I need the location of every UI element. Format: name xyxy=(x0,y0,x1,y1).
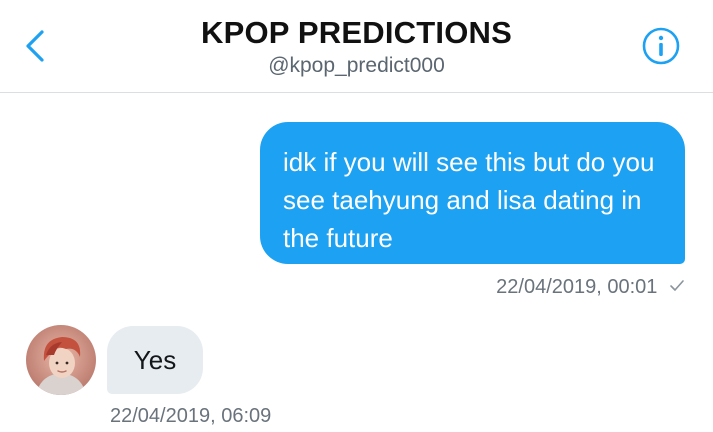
sent-message-timestamp: 22/04/2019, 00:01 xyxy=(496,276,658,298)
avatar[interactable] xyxy=(26,325,96,395)
conversation-handle: @kpop_predict000 xyxy=(268,54,445,77)
received-message-bubble[interactable]: Yes xyxy=(107,326,203,394)
avatar-photo xyxy=(26,325,96,395)
received-message-timestamp: 22/04/2019, 06:09 xyxy=(110,405,272,427)
conversation-header: KPOP PREDICTIONS @kpop_predict000 xyxy=(0,0,713,93)
info-button[interactable] xyxy=(641,26,681,66)
conversation-title: KPOP PREDICTIONS xyxy=(201,15,512,50)
checkmark-icon xyxy=(670,279,684,291)
info-icon xyxy=(642,27,680,65)
sent-message-meta: 22/04/2019, 00:01 xyxy=(496,276,685,299)
sent-message-bubble[interactable]: idk if you will see this but do you see … xyxy=(260,122,685,264)
